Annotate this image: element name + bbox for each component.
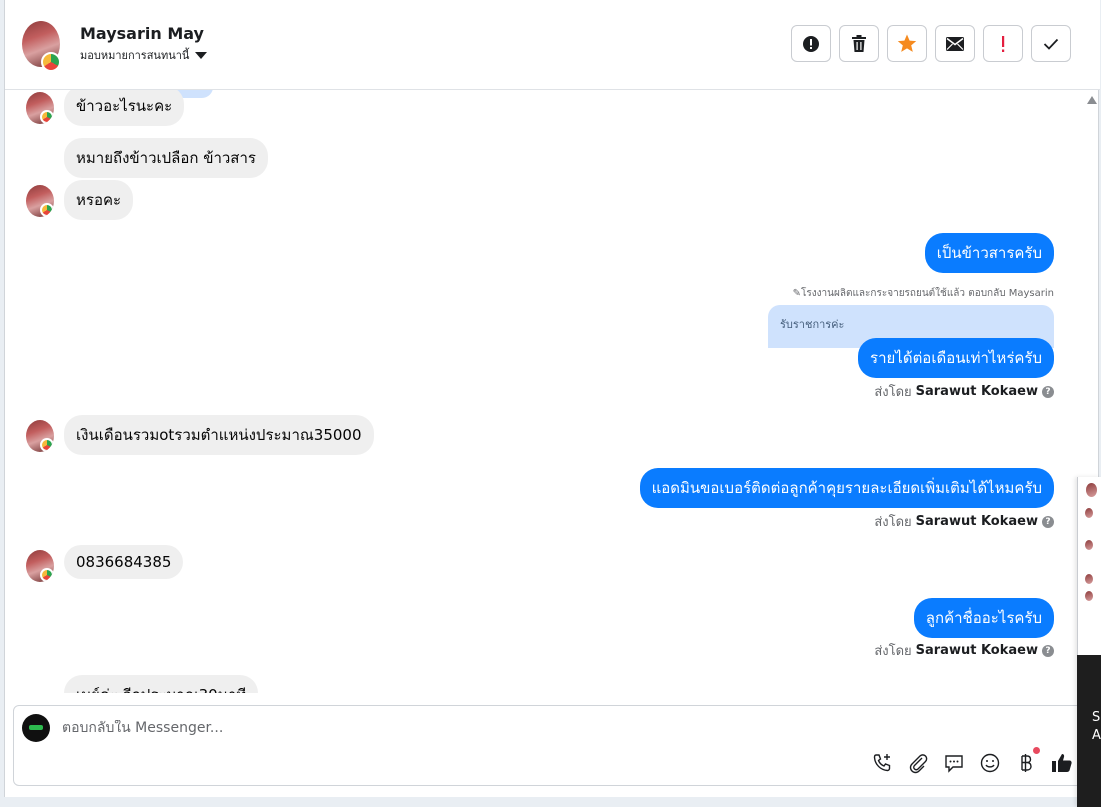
assign-label: มอบหมายการสนทนานี้ <box>80 49 190 62</box>
thumbs-up-icon <box>1052 754 1072 772</box>
contact-avatar <box>26 185 54 217</box>
help-icon[interactable]: ? <box>1042 515 1054 528</box>
sent-by-prefix: ส่งโดย <box>874 644 912 659</box>
star-icon <box>897 34 917 52</box>
contact-avatar <box>26 420 54 452</box>
emoji-icon <box>980 753 1000 773</box>
reply-context: ✎โรงงานผลิตและกระจายรถยนต์ใช้แล้ว ตอบกลั… <box>793 286 1054 301</box>
help-icon[interactable]: ? <box>1042 644 1054 657</box>
page-avatar <box>22 714 50 742</box>
contact-avatar <box>1086 483 1097 497</box>
reply-context-text: โรงงานผลิตและกระจายรถยนต์ใช้แล้ว ตอบกลับ… <box>801 288 1054 299</box>
messenger-badge-icon <box>40 568 54 582</box>
messenger-badge-icon <box>40 203 54 217</box>
phone-plus-icon <box>873 754 891 772</box>
quoted-text: รับราชการค่ะ <box>780 318 845 331</box>
notification-dot <box>1033 747 1040 754</box>
emoji-button[interactable] <box>978 751 1002 775</box>
contact-name[interactable]: Maysarin May <box>80 24 204 43</box>
conversation-header: Maysarin May มอบหมายการสนทนานี้ <box>5 0 1100 90</box>
incoming-message[interactable]: เงินเดือนรวมotรวมตำแหน่งประมาณ35000 <box>64 415 374 455</box>
incoming-message[interactable]: หมายถึงข้าวเปลือก ข้าวสาร <box>64 138 268 178</box>
outgoing-message[interactable]: เป็นข้าวสารครับ <box>924 233 1054 273</box>
help-icon[interactable]: ? <box>1042 385 1054 398</box>
messenger-badge-icon <box>41 52 61 72</box>
conversation-panel: Maysarin May มอบหมายการสนทนานี้ ข้าวอะไร… <box>4 0 1100 797</box>
message-thread[interactable]: ข้าวอะไรนะคะ หมายถึงข้าวเปลือก ข้าวสาร ห… <box>5 90 1083 693</box>
toast-text: A <box>1092 728 1101 743</box>
report-icon <box>803 35 819 52</box>
mail-icon <box>946 36 964 51</box>
scroll-up-arrow-icon[interactable] <box>1087 96 1097 104</box>
incoming-message[interactable]: 0836684385 <box>64 545 184 579</box>
saved-replies-button[interactable] <box>942 751 966 775</box>
sent-by-label: ส่งโดย Sarawut Kokaew ? <box>874 381 1054 402</box>
delete-button[interactable] <box>839 25 879 62</box>
messenger-badge-icon <box>40 110 54 124</box>
contact-avatar <box>26 550 54 582</box>
messenger-badge-icon <box>40 438 54 452</box>
assign-conversation-dropdown[interactable]: มอบหมายการสนทนานี้ <box>80 46 208 64</box>
reply-composer <box>13 705 1083 786</box>
important-button[interactable] <box>983 25 1023 62</box>
outgoing-message[interactable]: ลูกค้าชื่ออะไรครับ <box>913 598 1054 638</box>
contact-avatar <box>1085 508 1093 518</box>
baht-icon <box>1021 754 1032 772</box>
check-icon <box>1043 38 1059 50</box>
outgoing-message[interactable]: แอดมินขอเบอร์ติดต่อลูกค้าคุยรายละเอียดเพ… <box>639 468 1054 508</box>
sent-by-label: ส่งโดย Sarawut Kokaew ? <box>874 640 1054 661</box>
like-button[interactable] <box>1050 751 1074 775</box>
agent-name: Sarawut Kokaew <box>915 514 1038 529</box>
composer-toolbar <box>870 747 1074 775</box>
outgoing-message[interactable]: รายได้ต่อเดือนเท่าไหร่ครับ <box>858 338 1054 378</box>
report-button[interactable] <box>791 25 831 62</box>
call-button[interactable] <box>870 751 894 775</box>
payment-button[interactable] <box>1014 747 1040 775</box>
agent-name: Sarawut Kokaew <box>915 384 1038 399</box>
chat-bubble-icon <box>945 755 963 773</box>
incoming-message[interactable]: เมย์ค่ะ อีกประมาณ30นาที <box>64 675 259 693</box>
incoming-message[interactable]: หรอคะ <box>64 180 134 220</box>
toast-text: S <box>1092 710 1101 725</box>
header-actions <box>791 25 1071 62</box>
sent-by-prefix: ส่งโดย <box>874 385 912 400</box>
done-button[interactable] <box>1031 25 1071 62</box>
notification-toast-partial[interactable]: S A <box>1077 655 1101 807</box>
contact-avatar <box>1085 540 1093 550</box>
paperclip-icon <box>909 754 928 774</box>
contact-avatar <box>1085 591 1093 601</box>
incoming-message[interactable]: ข้าวอะไรนะคะ <box>64 90 185 126</box>
star-button[interactable] <box>887 25 927 62</box>
contact-avatar <box>26 92 54 124</box>
caret-down-icon <box>195 51 208 59</box>
attach-button[interactable] <box>906 751 930 775</box>
sent-by-prefix: ส่งโดย <box>874 515 912 530</box>
pencil-icon: ✎ <box>792 288 802 299</box>
trash-icon <box>852 34 866 52</box>
mail-button[interactable] <box>935 25 975 62</box>
sent-by-label: ส่งโดย Sarawut Kokaew ? <box>874 511 1054 532</box>
contact-avatar <box>1085 574 1093 584</box>
agent-name: Sarawut Kokaew <box>915 643 1038 658</box>
reply-input[interactable] <box>62 720 962 736</box>
important-icon <box>1002 35 1005 52</box>
